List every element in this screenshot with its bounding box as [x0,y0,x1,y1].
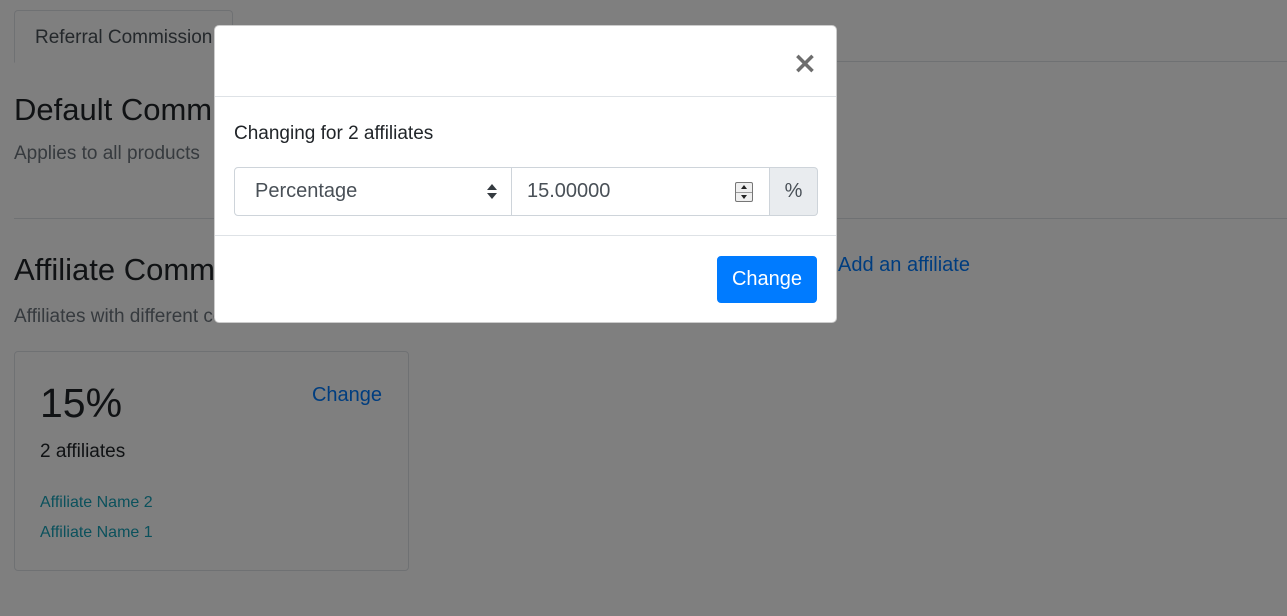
modal-lead-text: Changing for 2 affiliates [234,123,434,144]
select-arrows-icon [487,184,497,200]
modal-body: Changing for 2 affiliates Percentage 15.… [215,97,836,236]
number-spinner-icon[interactable] [735,182,753,202]
commission-type-select[interactable]: Percentage [234,167,512,216]
commission-type-value: Percentage [255,180,358,202]
commission-amount-input[interactable]: 15.00000 [512,167,770,216]
unit-addon: % [770,167,818,216]
modal-header: × [215,26,836,97]
commission-input-group: Percentage 15.00000 % [234,167,818,216]
change-button[interactable]: Change [717,256,817,303]
modal-footer: Change [215,236,836,322]
change-commission-modal: × Changing for 2 affiliates Percentage 1… [214,25,837,323]
close-icon[interactable]: × [792,46,818,82]
commission-amount-value: 15.00000 [527,180,611,202]
